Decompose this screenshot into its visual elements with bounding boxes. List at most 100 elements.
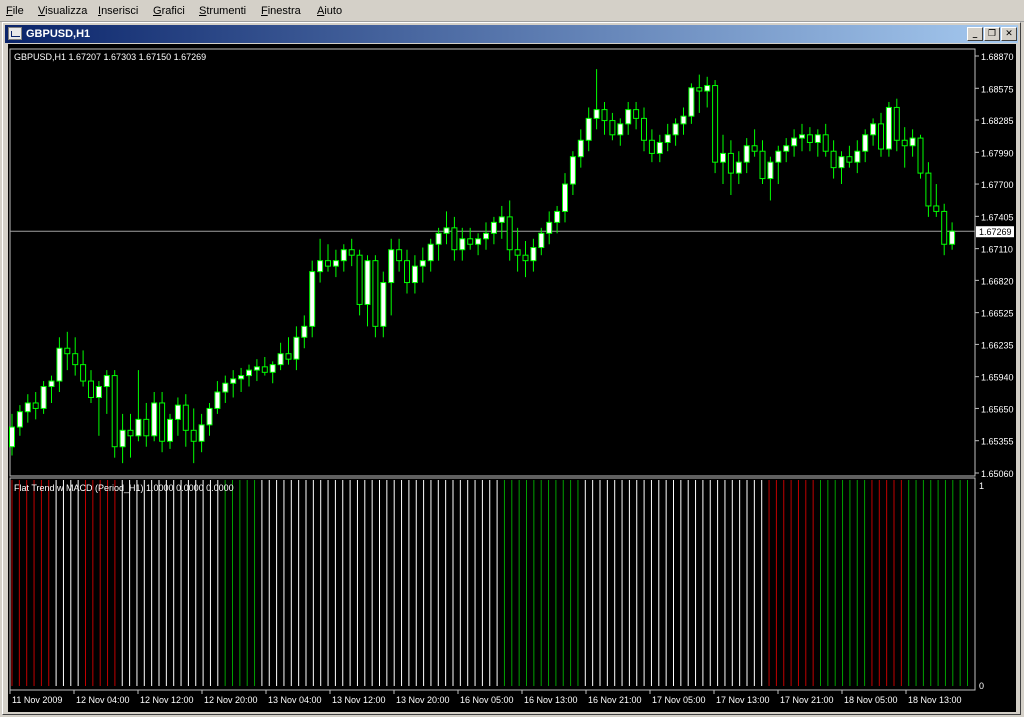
- candle-body: [451, 227, 458, 251]
- candle-body: [348, 249, 355, 256]
- candle-body: [459, 238, 466, 251]
- chart-canvas[interactable]: 1.68870 1.68575 1.68285 1.67990 1.67700 1.674…: [8, 44, 1016, 712]
- candle-body: [467, 238, 474, 245]
- candle-body: [9, 426, 15, 448]
- candle-body: [641, 117, 647, 141]
- candle-body: [364, 260, 371, 305]
- candle-body: [885, 106, 892, 150]
- price-axis-label: 1.65355: [981, 437, 1014, 447]
- chart-window-icon: [8, 27, 22, 40]
- candle-body: [735, 161, 742, 174]
- menu-file[interactable]: File: [6, 4, 24, 18]
- time-axis-label: 17 Nov 13:00: [716, 695, 770, 705]
- price-axis-label: 1.65060: [981, 469, 1014, 479]
- time-axis-label: 13 Nov 20:00: [396, 695, 450, 705]
- candle-body: [198, 424, 205, 442]
- candle-body: [490, 221, 497, 234]
- candle-body: [822, 134, 829, 152]
- time-axis-label: 17 Nov 05:00: [652, 695, 706, 705]
- restore-button[interactable]: ❐: [984, 27, 1000, 41]
- close-button[interactable]: ✕: [1001, 27, 1017, 41]
- candle-body: [72, 353, 79, 366]
- candle-body: [56, 347, 63, 382]
- candle-body: [332, 260, 339, 267]
- symbol-info: GBPUSD,H1 1.67207 1.67303 1.67150 1.6726…: [14, 52, 206, 62]
- candle-body: [80, 364, 87, 382]
- candle-body: [253, 366, 260, 371]
- candle-body: [506, 216, 513, 251]
- candle-body: [759, 150, 766, 180]
- candle-body: [696, 87, 703, 92]
- candle-body: [830, 150, 837, 169]
- candle-body: [878, 123, 884, 150]
- price-axis-label: 1.67110: [981, 245, 1013, 255]
- menu-strumenti[interactable]: Strumenti: [199, 4, 246, 18]
- candle-body: [182, 404, 189, 431]
- candle-body: [269, 364, 276, 373]
- candle-body: [617, 123, 624, 136]
- menu-aiuto[interactable]: Aiuto: [317, 4, 342, 18]
- indicator-axis-label: 0: [979, 681, 984, 691]
- candle-body: [514, 249, 521, 256]
- time-axis-label: 18 Nov 13:00: [908, 695, 962, 705]
- indicator-pane-frame: [9, 477, 976, 691]
- price-axis-label: 1.66820: [981, 276, 1014, 286]
- candle-body: [704, 85, 711, 92]
- indicator-axis-label: 1: [979, 481, 984, 491]
- candle-body: [16, 411, 23, 428]
- candle-body: [64, 347, 71, 355]
- window-titlebar[interactable]: GBPUSD,H1 _ ❐ ✕: [5, 25, 1018, 43]
- candle-body: [32, 402, 39, 409]
- candle-body: [127, 429, 134, 437]
- menu-finestra[interactable]: Finestra: [261, 4, 301, 18]
- time-axis-label: 11 Nov 2009: [12, 695, 62, 705]
- candle-body: [601, 109, 608, 122]
- candle-body: [293, 336, 300, 360]
- candle-body: [727, 152, 734, 174]
- menu-grafici[interactable]: Grafici: [153, 4, 185, 18]
- candle-body: [340, 249, 347, 262]
- indicator-title: Flat Trend w MACD (Period_H1) 1.0000 0.0…: [14, 483, 234, 493]
- time-axis-label: 17 Nov 21:00: [780, 695, 834, 705]
- window-title: GBPUSD,H1: [26, 28, 91, 40]
- candle-body: [111, 375, 118, 448]
- candle-body: [380, 282, 387, 327]
- candle-body: [388, 249, 395, 284]
- price-axis-label: 1.67700: [981, 180, 1014, 190]
- candle-body: [483, 232, 489, 240]
- candle-body: [783, 145, 790, 152]
- candle-body: [167, 418, 173, 442]
- candle-body: [159, 402, 166, 442]
- candle-body: [538, 232, 545, 249]
- candle-body: [909, 137, 916, 147]
- candle-body: [317, 260, 324, 273]
- candle-body: [854, 150, 861, 163]
- candle-body: [838, 156, 845, 169]
- menu-inserisci[interactable]: Inserisci: [98, 4, 138, 18]
- candle-body: [261, 366, 268, 373]
- candle-body: [372, 260, 379, 327]
- menu-visualizza[interactable]: Visualizza: [38, 4, 87, 18]
- candle-body: [814, 134, 821, 143]
- candle-body: [806, 134, 813, 143]
- candle-body: [791, 137, 798, 147]
- chart-area[interactable]: 1.68870 1.68575 1.68285 1.67990 1.67700 1.674…: [8, 44, 1016, 712]
- candle-body: [688, 87, 695, 117]
- candle-body: [435, 232, 442, 245]
- price-axis-label: 1.65650: [981, 404, 1014, 414]
- candle-body: [751, 145, 758, 152]
- minimize-button[interactable]: _: [967, 27, 983, 41]
- candle-body: [48, 380, 55, 388]
- candle-body: [222, 382, 229, 393]
- candle-body: [846, 156, 853, 163]
- candle-body: [862, 134, 869, 152]
- candle-body: [625, 109, 632, 125]
- candle-body: [285, 353, 292, 360]
- candle-body: [143, 418, 150, 437]
- price-axis-label: 1.66525: [981, 309, 1014, 319]
- candle-body: [88, 380, 94, 398]
- candle-body: [775, 150, 782, 163]
- time-axis-label: 12 Nov 20:00: [204, 695, 258, 705]
- candle-body: [949, 230, 956, 245]
- time-axis-label: 12 Nov 04:00: [76, 695, 130, 705]
